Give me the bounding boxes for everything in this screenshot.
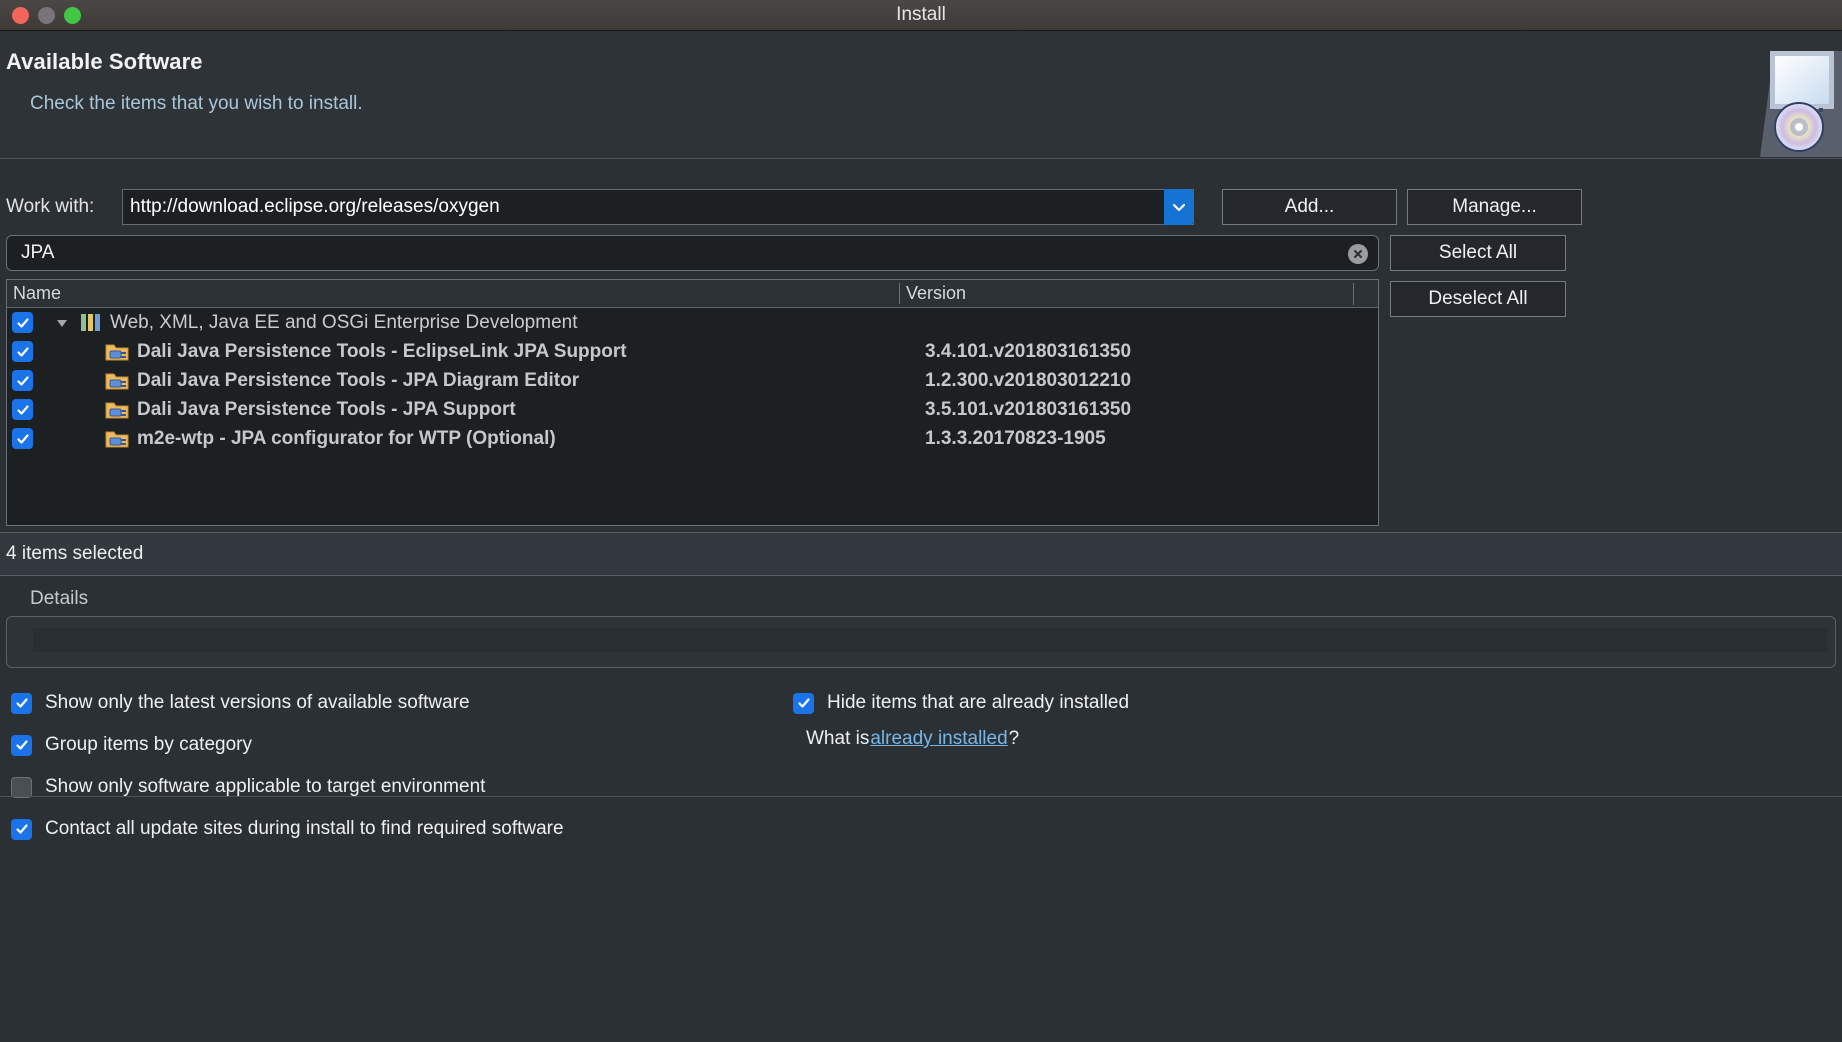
minimize-button[interactable]: [38, 6, 55, 24]
clear-circle-icon[interactable]: [1348, 244, 1368, 264]
option-checkbox[interactable]: [11, 776, 32, 798]
table-row[interactable]: Dali Java Persistence Tools - JPA Suppor…: [7, 395, 1378, 424]
filter-value[interactable]: JPA: [21, 242, 54, 264]
details-label: Details: [30, 588, 89, 609]
row-checkbox[interactable]: [12, 399, 33, 420]
traffic-light-group: [12, 6, 81, 24]
row-checkbox[interactable]: [12, 428, 33, 449]
category-bars-icon: [81, 314, 100, 331]
details-group: Details: [0, 576, 1842, 668]
row-label: m2e-wtp - JPA configurator for WTP (Opti…: [137, 427, 556, 449]
window-titlebar: Install: [0, 0, 1842, 31]
column-header-name[interactable]: Name: [7, 283, 899, 304]
table-row[interactable]: Web, XML, Java EE and OSGi Enterprise De…: [7, 308, 1378, 337]
close-button[interactable]: [12, 6, 29, 24]
option-contact-all-update-sites[interactable]: Contact all update sites during install …: [6, 808, 1842, 850]
row-label: Web, XML, Java EE and OSGi Enterprise De…: [110, 311, 578, 333]
option-label: Group items by category: [45, 734, 252, 755]
row-label: Dali Java Persistence Tools - EclipseLin…: [137, 340, 627, 362]
option-checkbox[interactable]: [11, 734, 32, 756]
option-label: Show only software applicable to target …: [45, 776, 486, 797]
row-label: Dali Java Persistence Tools - JPA Suppor…: [137, 398, 516, 420]
manage-button[interactable]: Manage...: [1407, 189, 1582, 225]
what-is-already-installed: What is already installed ?: [806, 728, 1129, 750]
column-header-version[interactable]: Version: [899, 283, 1353, 304]
option-label: Show only the latest versions of availab…: [45, 692, 470, 713]
footer-divider: [0, 796, 1842, 797]
work-with-combo[interactable]: http://download.eclipse.org/releases/oxy…: [122, 189, 1194, 225]
table-row[interactable]: m2e-wtp - JPA configurator for WTP (Opti…: [7, 424, 1378, 453]
column-resize-handle[interactable]: [1353, 282, 1354, 305]
page-subtitle: Check the items that you wish to install…: [30, 93, 363, 114]
details-content: [33, 628, 1827, 652]
row-version: 3.5.101.v201803161350: [925, 398, 1132, 420]
filter-table-column: JPA Name Version Web, XML, Java EE and O…: [6, 235, 1379, 526]
row-checkbox[interactable]: [12, 312, 33, 333]
option-checkbox[interactable]: [793, 692, 814, 714]
table-header: Name Version: [7, 280, 1378, 308]
details-box: [6, 616, 1836, 668]
selection-buttons: Select All Deselect All: [1390, 235, 1566, 327]
option-hide-installed[interactable]: Hide items that are already installed: [788, 682, 1129, 724]
row-version: 1.3.3.20170823-1905: [925, 427, 1106, 449]
options-section: Show only the latest versions of availab…: [0, 682, 1842, 850]
option-checkbox[interactable]: [11, 818, 32, 840]
window-title: Install: [896, 4, 946, 25]
row-name-cell[interactable]: Dali Java Persistence Tools - JPA Suppor…: [33, 399, 899, 421]
available-software-tree[interactable]: Name Version Web, XML, Java EE and OSGi …: [6, 279, 1379, 526]
wizard-header: Available Software Check the items that …: [0, 31, 1842, 159]
whatis-suffix: ?: [1008, 728, 1020, 749]
already-installed-link[interactable]: already installed: [870, 728, 1007, 750]
options-right-column: Hide items that are already installed Wh…: [788, 682, 1129, 750]
row-name-cell[interactable]: Web, XML, Java EE and OSGi Enterprise De…: [33, 312, 899, 334]
feature-plug-icon: [105, 428, 131, 450]
select-all-button[interactable]: Select All: [1390, 235, 1566, 271]
option-checkbox[interactable]: [11, 692, 32, 714]
feature-plug-icon: [105, 370, 131, 392]
selection-status: 4 items selected: [0, 532, 1842, 576]
row-name-cell[interactable]: m2e-wtp - JPA configurator for WTP (Opti…: [33, 428, 899, 450]
whatis-prefix: What is: [806, 728, 870, 749]
add-button[interactable]: Add...: [1222, 189, 1397, 225]
row-label: Dali Java Persistence Tools - JPA Diagra…: [137, 369, 580, 391]
filter-and-table-row: JPA Name Version Web, XML, Java EE and O…: [0, 235, 1842, 526]
deselect-all-button[interactable]: Deselect All: [1390, 281, 1566, 317]
table-row[interactable]: Dali Java Persistence Tools - JPA Diagra…: [7, 366, 1378, 395]
maximize-button[interactable]: [64, 6, 81, 24]
expand-triangle-icon[interactable]: [55, 316, 77, 330]
row-checkbox[interactable]: [12, 341, 33, 362]
work-with-row: Work with: http://download.eclipse.org/r…: [0, 159, 1842, 235]
row-name-cell[interactable]: Dali Java Persistence Tools - JPA Diagra…: [33, 370, 899, 392]
feature-plug-icon: [105, 399, 131, 421]
table-row[interactable]: Dali Java Persistence Tools - EclipseLin…: [7, 337, 1378, 366]
option-label: Hide items that are already installed: [827, 692, 1130, 713]
feature-plug-icon: [105, 341, 131, 363]
option-applicable-to-target[interactable]: Show only software applicable to target …: [6, 766, 1842, 808]
work-with-label: Work with:: [6, 196, 95, 217]
filter-input[interactable]: JPA: [6, 235, 1379, 271]
row-checkbox[interactable]: [12, 370, 33, 391]
row-name-cell[interactable]: Dali Java Persistence Tools - EclipseLin…: [33, 341, 899, 363]
status-badge: 4 items selected: [6, 543, 144, 564]
install-cd-monitor-icon: [1702, 45, 1842, 157]
option-label: Contact all update sites during install …: [45, 818, 564, 839]
chevron-down-icon[interactable]: [1164, 189, 1194, 225]
page-title: Available Software: [6, 49, 203, 74]
work-with-value[interactable]: http://download.eclipse.org/releases/oxy…: [130, 196, 500, 218]
row-version: 1.2.300.v201803012210: [925, 369, 1132, 391]
row-version: 3.4.101.v201803161350: [925, 340, 1132, 362]
